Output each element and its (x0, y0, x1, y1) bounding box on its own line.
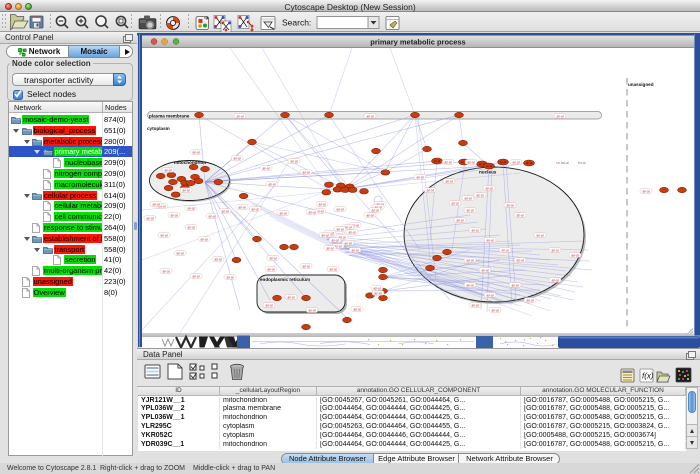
svg-text:an-al: an-al (471, 303, 478, 307)
svg-text:an-al: an-al (516, 258, 523, 262)
svg-text:an-al: an-al (267, 267, 274, 271)
svg-text:an-al: an-al (336, 207, 343, 211)
svg-text:an-al: an-al (512, 160, 519, 164)
svg-text:an-al: an-al (164, 168, 171, 172)
svg-text:an-al: an-al (268, 182, 275, 186)
svg-text:an-al: an-al (467, 160, 474, 164)
svg-text:an-al: an-al (486, 238, 493, 242)
svg-text:an-al: an-al (445, 179, 452, 183)
svg-text:an-al: an-al (251, 207, 258, 211)
svg-text:an-al: an-al (366, 114, 373, 118)
svg-text:an-al: an-al (373, 286, 380, 290)
svg-text:unassigned: unassigned (628, 82, 654, 87)
svg-text:an-al: an-al (416, 175, 423, 179)
svg-text:an-al: an-al (182, 188, 189, 192)
svg-text:an-al: an-al (476, 193, 483, 197)
svg-text:cn-hcl-al: cn-hcl-al (556, 161, 569, 165)
svg-text:an-al: an-al (152, 202, 159, 206)
svg-text:an-al: an-al (331, 238, 338, 242)
svg-text:an-al: an-al (221, 209, 228, 213)
svg-text:an-al: an-al (336, 227, 343, 231)
svg-text:an-al: an-al (466, 208, 473, 212)
svg-text:an-al: an-al (302, 264, 309, 268)
svg-text:an-al: an-al (486, 293, 493, 297)
svg-text:bn-al: bn-al (578, 161, 586, 165)
svg-text:an-al: an-al (146, 216, 153, 220)
svg-text:an-al: an-al (344, 241, 351, 245)
svg-text:an-al: an-al (466, 258, 473, 262)
svg-text:an-al: an-al (456, 218, 463, 222)
svg-text:an-al: an-al (551, 248, 558, 252)
svg-text:an-al: an-al (526, 161, 533, 165)
svg-text:an-al: an-al (466, 283, 473, 287)
svg-text:an-al: an-al (162, 269, 169, 273)
svg-text:an-al: an-al (279, 211, 286, 215)
svg-text:an-al: an-al (326, 246, 333, 250)
svg-text:an-al: an-al (366, 213, 373, 217)
svg-text:an-al: an-al (351, 248, 358, 252)
svg-text:an-al: an-al (471, 228, 478, 232)
svg-text:an-al: an-al (536, 233, 543, 237)
svg-text:an-al: an-al (500, 160, 507, 164)
svg-text:an-al: an-al (214, 257, 221, 261)
svg-text:an-al: an-al (192, 274, 199, 278)
svg-text:an-al: an-al (238, 205, 245, 209)
svg-text:an-al: an-al (265, 303, 272, 307)
svg-text:an-al: an-al (353, 307, 360, 311)
svg-text:an-al: an-al (262, 166, 269, 170)
svg-text:primary metabolic process: primary metabolic process (370, 38, 465, 47)
svg-text:an-al: an-al (318, 202, 325, 206)
svg-text:an-al: an-al (451, 201, 458, 205)
svg-text:an-al: an-al (511, 283, 518, 287)
svg-text:an-al: an-al (444, 160, 451, 164)
svg-text:an-al: an-al (491, 308, 498, 312)
svg-text:an-al: an-al (208, 214, 215, 218)
svg-text:an-al: an-al (571, 253, 578, 257)
svg-text:an-al: an-al (187, 225, 194, 229)
svg-text:mitochondrion: mitochondrion (174, 160, 206, 165)
svg-text:an-al: an-al (287, 295, 294, 299)
svg-text:an-al: an-al (464, 196, 471, 200)
svg-text:an-al: an-al (200, 237, 207, 241)
svg-text:an-al: an-al (371, 208, 378, 212)
svg-text:an-al: an-al (642, 189, 649, 193)
svg-text:an-al: an-al (321, 233, 328, 237)
svg-text:an-al: an-al (481, 268, 488, 272)
svg-text:an-al: an-al (526, 298, 533, 302)
svg-text:an-al: an-al (551, 278, 558, 282)
svg-text:nucleus: nucleus (479, 170, 497, 175)
svg-text:an-al: an-al (348, 230, 355, 234)
svg-text:plasma membrane: plasma membrane (149, 114, 190, 119)
svg-text:an-al: an-al (302, 170, 309, 174)
svg-text:an-al: an-al (269, 256, 276, 260)
svg-text:f(x): f(x) (642, 372, 654, 381)
svg-text:an-al: an-al (434, 159, 441, 163)
svg-text:cytoplasm: cytoplasm (147, 126, 170, 131)
svg-text:an-al: an-al (516, 213, 523, 217)
svg-text:an-al: an-al (308, 308, 315, 312)
svg-text:an-al: an-al (170, 213, 177, 217)
svg-text:an-al: an-al (374, 291, 381, 295)
svg-text:an-al: an-al (176, 251, 183, 255)
svg-text:an-al: an-al (329, 267, 336, 271)
svg-text:an-al: an-al (308, 210, 315, 214)
svg-text:an-al: an-al (236, 114, 243, 118)
svg-text:an-al: an-al (501, 248, 508, 252)
svg-text:an-al: an-al (556, 114, 563, 118)
svg-text:an-al: an-al (506, 203, 513, 207)
svg-text:an-al: an-al (290, 159, 297, 163)
svg-text:an-al: an-al (160, 233, 167, 237)
svg-text:an-al: an-al (226, 275, 233, 279)
svg-text:an-al: an-al (426, 188, 433, 192)
svg-text:an-al: an-al (485, 186, 492, 190)
svg-text:Search:: Search: (282, 18, 311, 28)
svg-text:an-al: an-al (192, 150, 199, 154)
svg-text:an-al: an-al (187, 206, 194, 210)
svg-text:endoplasmic reticulum: endoplasmic reticulum (260, 277, 310, 282)
svg-text:an-al: an-al (233, 156, 240, 160)
svg-text:an-al: an-al (486, 164, 493, 168)
